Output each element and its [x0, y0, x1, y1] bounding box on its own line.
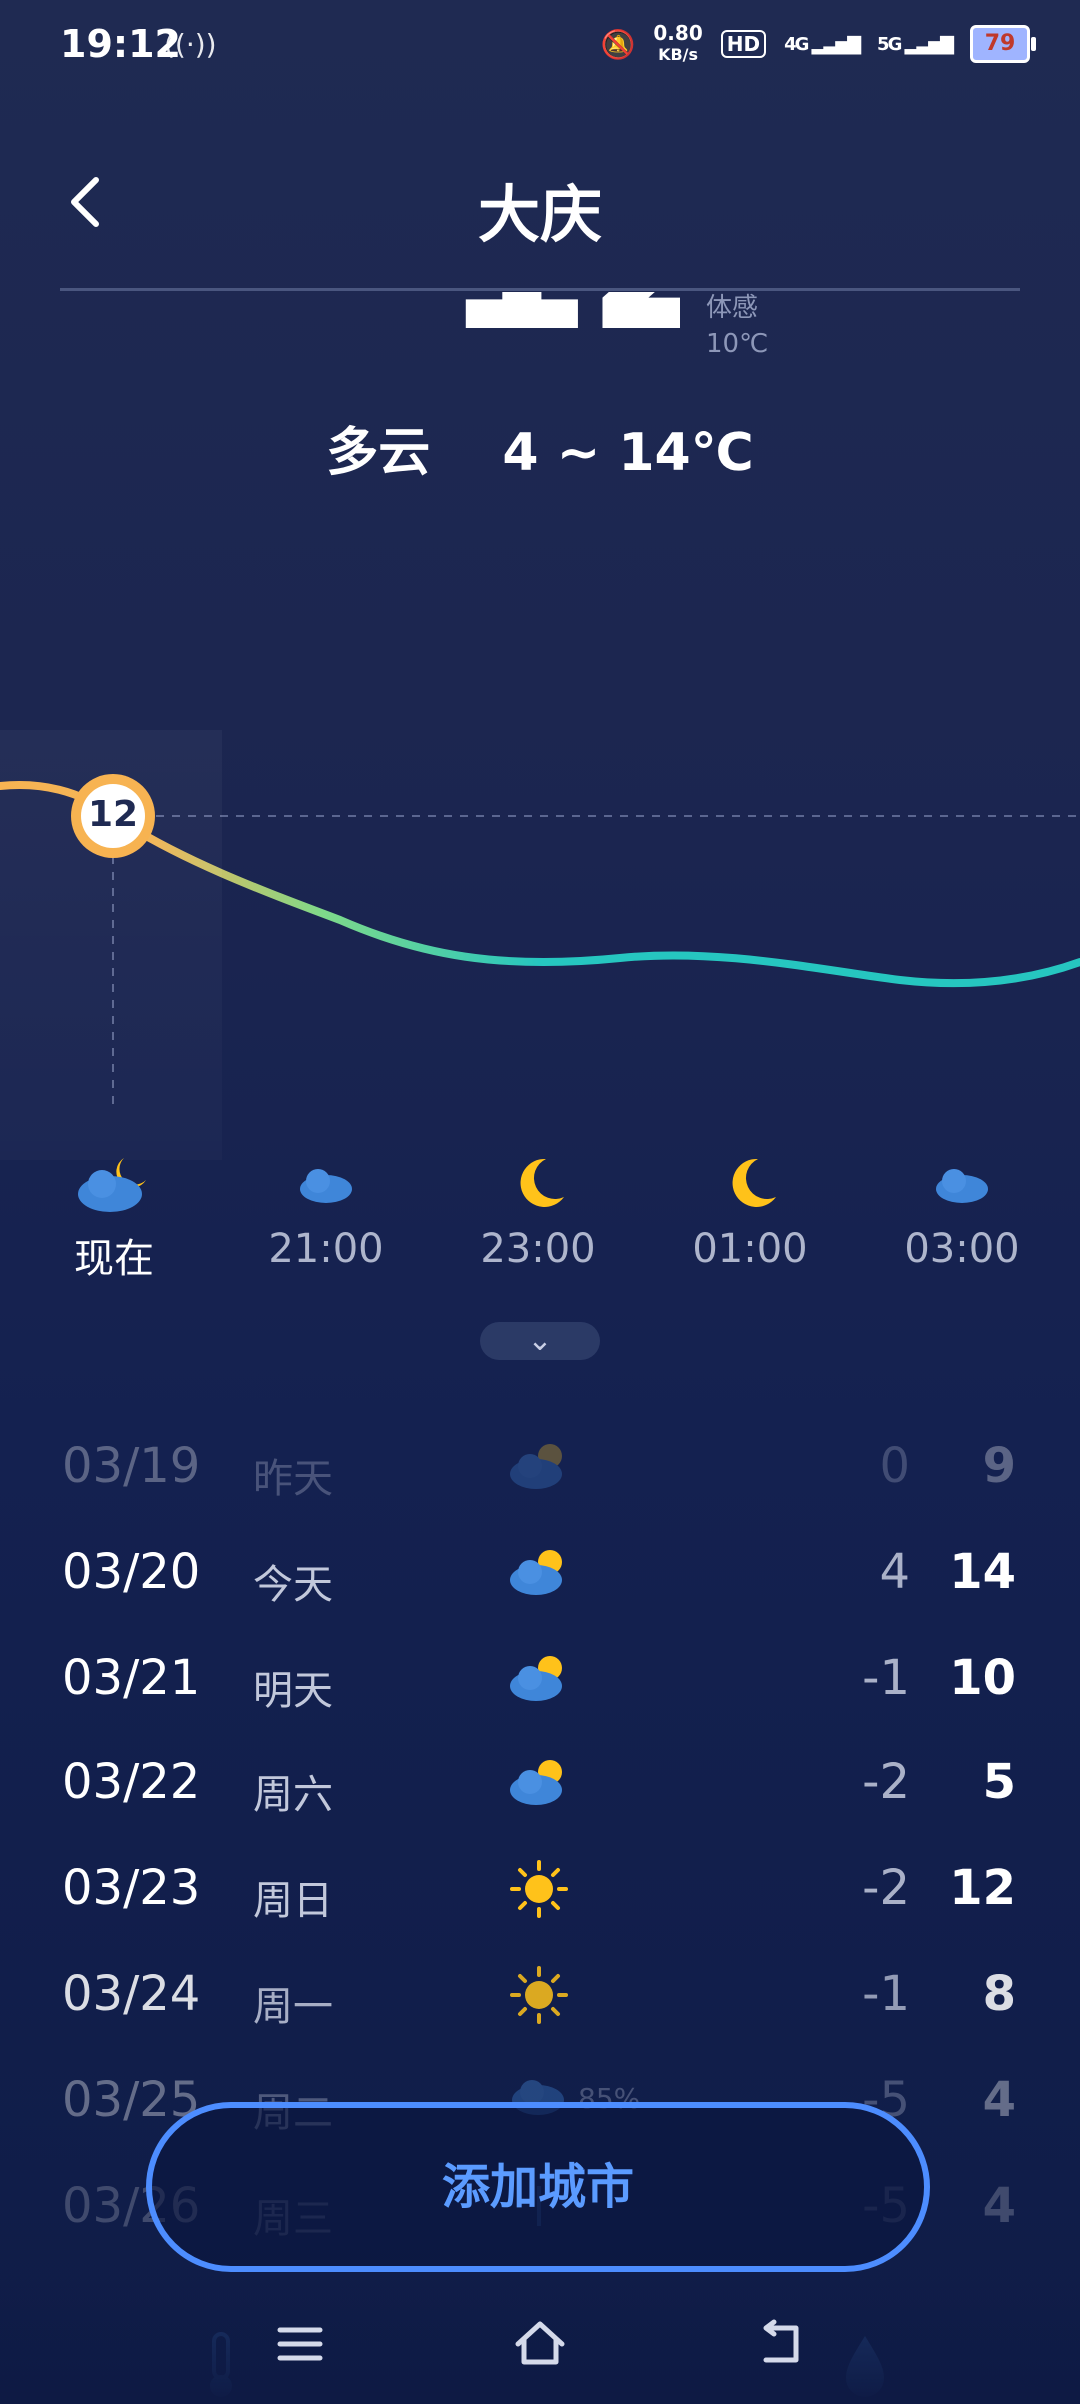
hour-item-0300[interactable]: 03:00	[862, 1150, 1062, 1272]
expand-toggle[interactable]: ⌄	[480, 1322, 600, 1360]
chevron-down-icon: ⌄	[527, 1323, 553, 1358]
battery-icon: 79	[970, 25, 1036, 63]
daily-row[interactable]: 03/22 周六 -2 5	[0, 1746, 1080, 1826]
hourly-temperature-chart[interactable]: 12	[0, 730, 1080, 1160]
weather-summary: 多云 4 ~ 14℃	[0, 410, 1080, 485]
feels-like: 体感 10℃	[706, 290, 768, 362]
partly-cloudy-icon	[510, 1656, 562, 1701]
daily-row[interactable]: 03/21 明天 -1 10	[0, 1642, 1080, 1722]
feels-like-label: 体感	[706, 293, 759, 323]
hourly-forecast[interactable]: 现在 21:00 23:00 01:00 03:00	[0, 1150, 1080, 1290]
hotspot-icon: ((·))	[164, 28, 217, 61]
status-bar: 19:12 ((·)) 🔕 0.80 KB/s HD 4G ▂▃▅▇ 5G ▂▃…	[0, 0, 1080, 96]
daily-row[interactable]: 03/19 昨天 0 9	[0, 1430, 1080, 1510]
back-icon[interactable]	[740, 2314, 820, 2374]
signal-4g-icon: 4G ▂▃▅▇	[784, 33, 861, 55]
hd-icon: HD	[720, 30, 767, 58]
hour-item-2300[interactable]: 23:00	[438, 1150, 638, 1272]
current-temperature: 12	[440, 292, 680, 360]
home-icon[interactable]	[500, 2314, 580, 2374]
partly-cloudy-icon	[510, 1444, 562, 1489]
city-title: 大庆	[477, 178, 602, 251]
hour-item-0100[interactable]: 01:00	[650, 1150, 850, 1272]
cloud-icon	[226, 1150, 426, 1216]
moon-icon	[438, 1150, 638, 1216]
daily-row[interactable]: 03/23 周日 -2 12	[0, 1852, 1080, 1932]
system-navigation-bar	[0, 2290, 1080, 2404]
header: 大庆	[0, 140, 1080, 290]
cloudy-night-icon	[14, 1150, 214, 1216]
status-time: 19:12	[60, 22, 181, 66]
temp-range: 4 ~ 14℃	[502, 423, 754, 483]
add-city-button[interactable]: 添加城市	[146, 2102, 930, 2272]
moon-icon	[650, 1150, 850, 1216]
net-speed: 0.80 KB/s	[653, 21, 703, 64]
cloud-icon	[862, 1150, 1062, 1216]
hour-item-now[interactable]: 现在	[14, 1150, 214, 1284]
partly-cloudy-icon	[510, 1550, 562, 1595]
feels-like-value: 10℃	[706, 329, 769, 359]
partly-cloudy-icon	[510, 1760, 562, 1805]
mute-icon: 🔕	[600, 27, 636, 61]
current-temp-marker-label: 12	[87, 794, 139, 835]
condition-text: 多云	[326, 423, 431, 483]
menu-icon[interactable]	[260, 2314, 340, 2374]
daily-row[interactable]: 03/20 今天 4 14	[0, 1536, 1080, 1616]
sun-icon	[510, 1860, 568, 1918]
hour-item-2100[interactable]: 21:00	[226, 1150, 426, 1272]
sun-icon	[510, 1966, 568, 2024]
daily-row[interactable]: 03/24 周一 -1 8	[0, 1958, 1080, 2038]
header-divider	[60, 288, 1020, 291]
signal-5g-icon: 5G ▂▃▅▇	[877, 33, 954, 55]
